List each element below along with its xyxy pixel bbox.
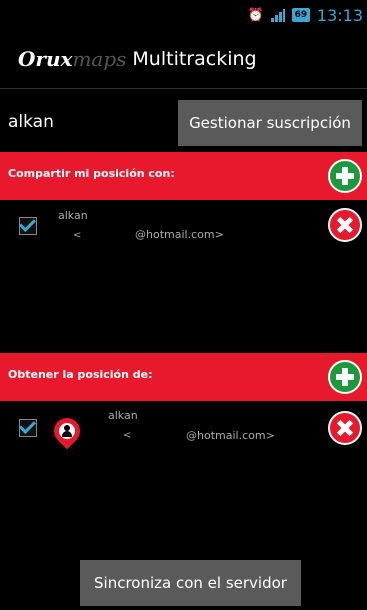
sync-server-button[interactable]: Sincroniza con el servidor: [80, 560, 301, 606]
action-bar: Orux maps Multitracking: [0, 34, 367, 84]
user-row: alkan Gestionar suscripción: [0, 100, 367, 146]
share-item-email-prefix: <: [73, 230, 82, 241]
battery-icon: 69: [291, 8, 310, 22]
get-section-header: Obtener la posición de:: [0, 353, 367, 401]
share-item-checkbox[interactable]: [19, 217, 37, 235]
add-track-contact-button[interactable]: [328, 360, 362, 394]
divider: [0, 88, 367, 89]
logo-bold-text: Orux: [18, 47, 73, 71]
manage-subscription-button[interactable]: Gestionar suscripción: [178, 100, 362, 146]
track-list-item: alkan < @hotmail.com>: [0, 405, 367, 465]
track-item-name: alkan: [108, 409, 138, 422]
share-section-label: Compartir mi posición con:: [8, 167, 175, 180]
username-label: alkan: [8, 112, 54, 132]
track-item-email: @hotmail.com>: [186, 429, 275, 442]
signal-icon: [270, 8, 285, 22]
get-section-label: Obtener la posición de:: [8, 368, 153, 381]
app-logo: Orux maps: [18, 47, 126, 71]
alarm-clock-icon: ⏰: [247, 7, 264, 23]
share-item-email: @hotmail.com>: [135, 228, 224, 241]
track-item-email-prefix: <: [123, 430, 132, 441]
share-item-name: alkan: [58, 209, 88, 222]
status-bar: ⏰ 69 13:13: [0, 0, 367, 30]
remove-track-contact-button[interactable]: [328, 411, 362, 445]
map-pin-user-icon: [48, 412, 86, 450]
remove-share-contact-button[interactable]: [328, 208, 362, 242]
page-title: Multitracking: [132, 48, 257, 70]
add-share-contact-button[interactable]: [328, 159, 362, 193]
share-section-header: Compartir mi posición con:: [0, 152, 367, 200]
track-item-checkbox[interactable]: [19, 419, 37, 437]
logo-light-text: maps: [72, 47, 127, 71]
clock: 13:13: [316, 5, 363, 25]
share-list-item: alkan < @hotmail.com>: [0, 205, 367, 265]
